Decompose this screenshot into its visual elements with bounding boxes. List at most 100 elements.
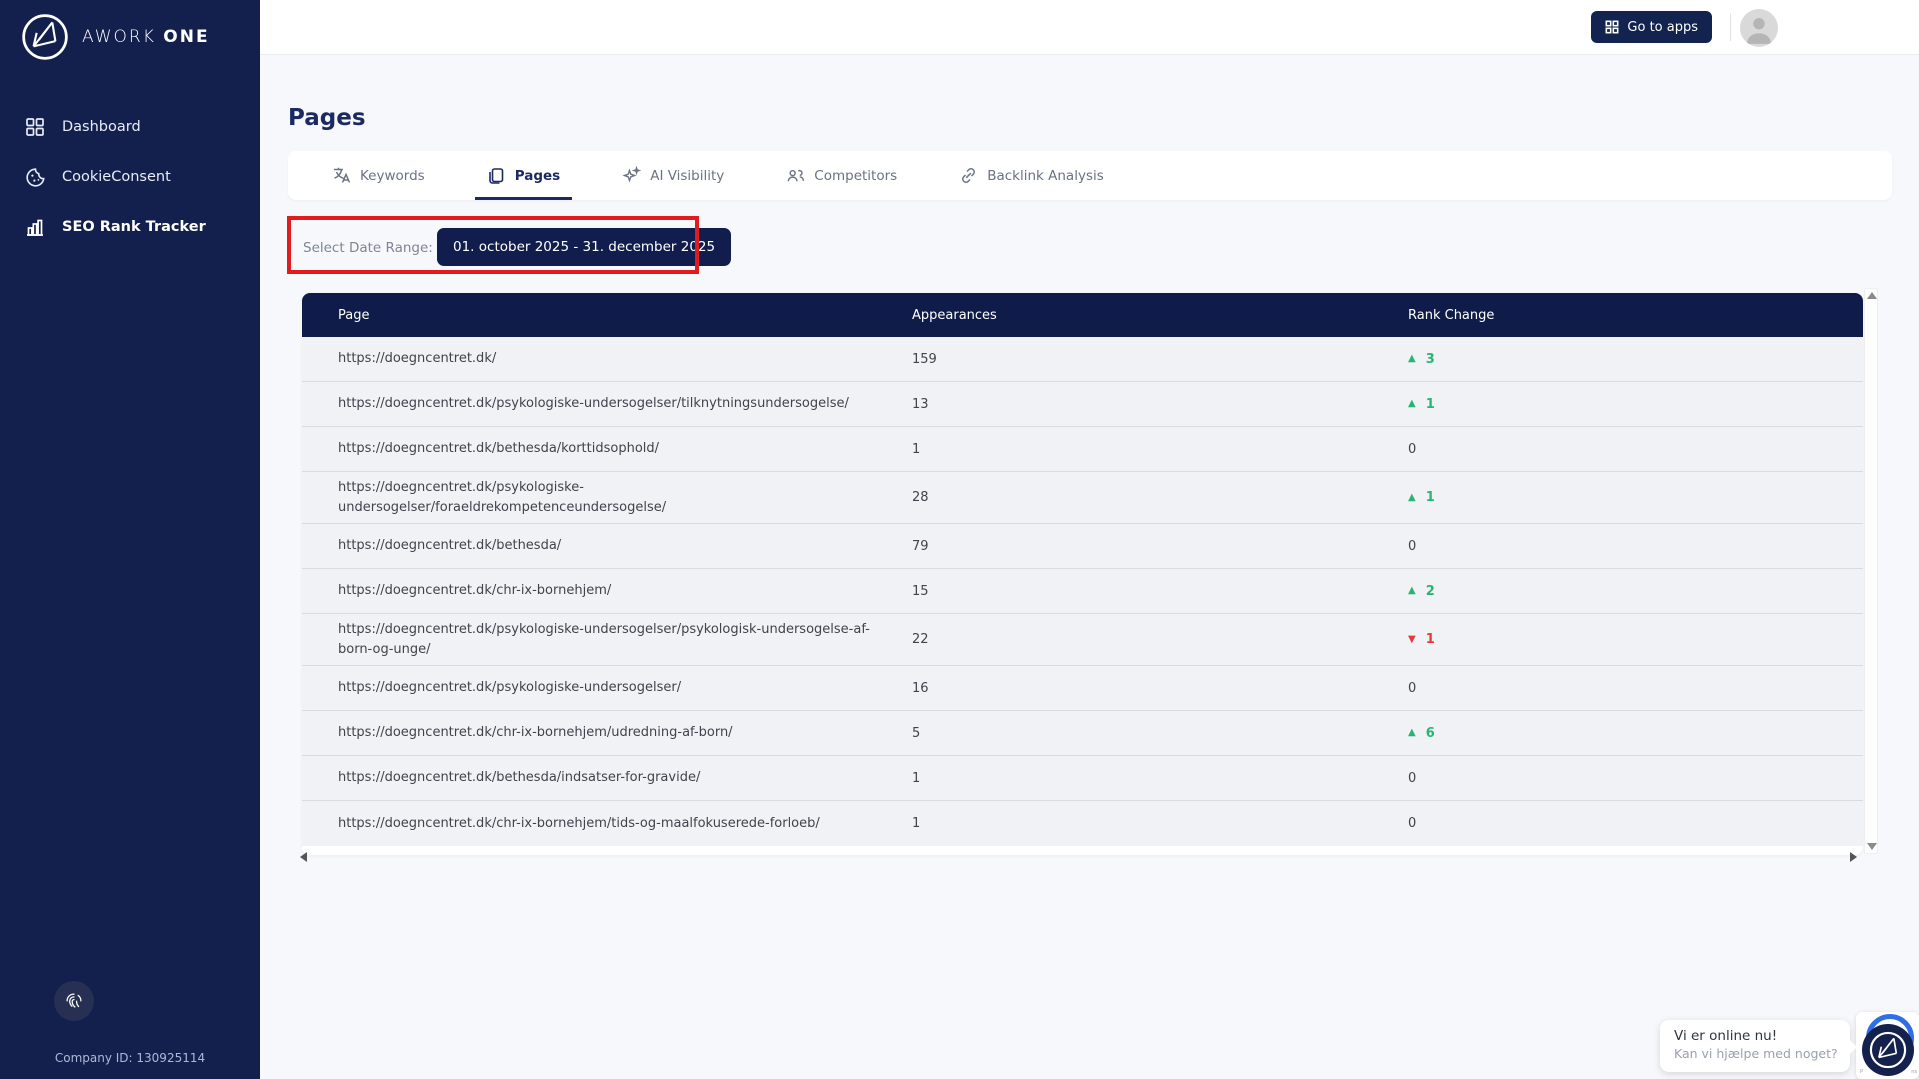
tab-label: Pages: [515, 168, 561, 184]
sidebar-item-dashboard[interactable]: Dashboard: [0, 102, 260, 152]
scroll-left-icon[interactable]: [300, 852, 307, 862]
rank-change-cell: 0: [1408, 816, 1863, 831]
go-to-apps-label: Go to apps: [1627, 20, 1698, 35]
chat-launcher-button[interactable]: [1862, 1024, 1914, 1076]
rank-up-icon: ▲: [1408, 354, 1416, 364]
appearances-cell: 16: [912, 681, 1408, 696]
page-url-cell: https://doegncentret.dk/chr-ix-bornehjem…: [302, 581, 912, 601]
page-title: Pages: [288, 105, 366, 131]
rank-change-cell: ▲1: [1408, 490, 1863, 505]
company-id: Company ID: 130925114: [0, 1051, 260, 1065]
brand: AWORK ONE: [0, 0, 260, 62]
people-icon: [786, 166, 805, 185]
rank-change-cell: 0: [1408, 681, 1863, 696]
tab-pages[interactable]: Pages: [481, 151, 567, 200]
translate-icon: [332, 166, 351, 185]
scroll-down-icon[interactable]: [1867, 843, 1877, 850]
appearances-cell: 159: [912, 352, 1408, 367]
link-icon: [959, 166, 978, 185]
page-url-cell: https://doegncentret.dk/bethesda/: [302, 536, 912, 556]
table-row[interactable]: https://doegncentret.dk/chr-ix-bornehjem…: [302, 569, 1863, 614]
brand-text: AWORK ONE: [82, 27, 210, 47]
apps-grid-icon: [1605, 20, 1619, 34]
rank-change-cell: 0: [1408, 442, 1863, 457]
tabs-bar: Keywords Pages AI Visibility Compet: [288, 151, 1892, 200]
tab-label: Backlink Analysis: [987, 168, 1104, 184]
topbar-separator: [1730, 14, 1731, 41]
chat-line2: Kan vi hjælpe med noget?: [1674, 1046, 1850, 1061]
sidebar-item-label: Dashboard: [62, 119, 141, 135]
person-icon: [1740, 9, 1778, 47]
sidebar-item-label: SEO Rank Tracker: [62, 219, 206, 235]
page-url-cell: https://doegncentret.dk/chr-ix-bornehjem…: [302, 723, 912, 743]
rank-up-icon: ▲: [1408, 728, 1416, 738]
appearances-cell: 1: [912, 816, 1408, 831]
chat-tooltip: Vi er online nu! Kan vi hjælpe med noget…: [1660, 1020, 1850, 1072]
bar-chart-icon: [24, 216, 46, 238]
sidebar: AWORK ONE Dashboard CookieConsent: [0, 0, 260, 1079]
page-url-cell: https://doegncentret.dk/psykologiske-und…: [302, 478, 912, 517]
page-url-cell: https://doegncentret.dk/psykologiske-und…: [302, 678, 912, 698]
table-row[interactable]: https://doegncentret.dk/psykologiske-und…: [302, 382, 1863, 427]
table-row[interactable]: https://doegncentret.dk/bethesda/ 79 0: [302, 524, 1863, 569]
column-header-appearances[interactable]: Appearances: [912, 308, 1408, 323]
vertical-scrollbar[interactable]: [1864, 288, 1878, 854]
sparkle-icon: [622, 166, 641, 185]
sidebar-item-cookieconsent[interactable]: CookieConsent: [0, 152, 260, 202]
awork-logo-icon: [20, 12, 70, 62]
rank-change-value: 1: [1426, 397, 1435, 412]
scroll-right-icon[interactable]: [1850, 852, 1857, 862]
rank-down-icon: ▼: [1408, 635, 1416, 645]
date-range-button[interactable]: 01. october 2025 - 31. december 2025: [437, 228, 731, 266]
appearances-cell: 28: [912, 490, 1408, 505]
rank-change-cell: ▲2: [1408, 584, 1863, 599]
column-header-page[interactable]: Page: [302, 308, 912, 323]
chat-line1: Vi er online nu!: [1674, 1028, 1850, 1044]
user-avatar[interactable]: [1740, 9, 1778, 47]
column-header-rank-change[interactable]: Rank Change: [1408, 308, 1863, 323]
tab-label: AI Visibility: [650, 168, 724, 184]
pages-table: Page Appearances Rank Change https://doe…: [302, 293, 1863, 855]
appearances-cell: 1: [912, 771, 1408, 786]
table-row[interactable]: https://doegncentret.dk/psykologiske-und…: [302, 614, 1863, 666]
table-row[interactable]: https://doegncentret.dk/psykologiske-und…: [302, 472, 1863, 524]
rank-change-value: 3: [1426, 352, 1435, 367]
sidebar-nav: Dashboard CookieConsent SEO Rank Tracker: [0, 102, 260, 252]
awork-chat-logo-icon: [1868, 1030, 1908, 1070]
appearances-cell: 1: [912, 442, 1408, 457]
fingerprint-button[interactable]: [54, 981, 94, 1021]
rank-change-cell: ▲6: [1408, 726, 1863, 741]
topbar: Go to apps: [260, 0, 1919, 55]
table-row[interactable]: https://doegncentret.dk/psykologiske-und…: [302, 666, 1863, 711]
appearances-cell: 22: [912, 632, 1408, 647]
rank-change-value: 1: [1426, 632, 1435, 647]
pages-icon: [487, 166, 506, 185]
tab-competitors[interactable]: Competitors: [780, 151, 903, 200]
scroll-up-icon[interactable]: [1867, 292, 1877, 299]
tab-label: Competitors: [814, 168, 897, 184]
rank-change-cell: 0: [1408, 771, 1863, 786]
rank-up-icon: ▲: [1408, 399, 1416, 409]
appearances-cell: 15: [912, 584, 1408, 599]
table-body: https://doegncentret.dk/ 159 ▲ 3 https://…: [302, 337, 1863, 846]
tab-label: Keywords: [360, 168, 425, 184]
page-url-cell: https://doegncentret.dk/chr-ix-bornehjem…: [302, 814, 912, 834]
go-to-apps-button[interactable]: Go to apps: [1591, 11, 1712, 43]
appearances-cell: 13: [912, 397, 1408, 412]
table-row[interactable]: https://doegncentret.dk/chr-ix-bornehjem…: [302, 801, 1863, 846]
appearances-cell: 79: [912, 539, 1408, 554]
cookie-icon: [24, 166, 46, 188]
table-row[interactable]: https://doegncentret.dk/bethesda/korttid…: [302, 427, 1863, 472]
dashboard-icon: [24, 116, 46, 138]
table-header-row: Page Appearances Rank Change: [302, 293, 1863, 337]
page-url-cell: https://doegncentret.dk/: [302, 349, 912, 369]
table-row[interactable]: https://doegncentret.dk/bethesda/indsats…: [302, 756, 1863, 801]
table-row[interactable]: https://doegncentret.dk/chr-ix-bornehjem…: [302, 711, 1863, 756]
tab-ai-visibility[interactable]: AI Visibility: [616, 151, 730, 200]
tab-backlink-analysis[interactable]: Backlink Analysis: [953, 151, 1110, 200]
tab-keywords[interactable]: Keywords: [326, 151, 431, 200]
sidebar-item-label: CookieConsent: [62, 169, 171, 185]
sidebar-item-seo-rank-tracker[interactable]: SEO Rank Tracker: [0, 202, 260, 252]
table-row[interactable]: https://doegncentret.dk/ 159 ▲ 3: [302, 337, 1863, 382]
page-url-cell: https://doegncentret.dk/psykologiske-und…: [302, 620, 912, 659]
